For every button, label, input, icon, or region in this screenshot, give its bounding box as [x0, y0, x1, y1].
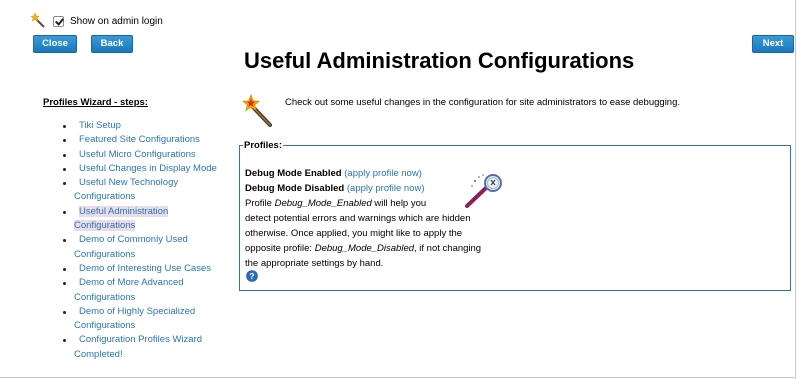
debug-magnifier-icon	[465, 174, 502, 208]
profiles-legend: Profiles:	[243, 140, 284, 151]
wizard-steps-list: Tiki Setup Featured Site Configurations …	[43, 119, 233, 362]
debug-enabled-label: Debug Mode Enabled	[245, 168, 342, 179]
wizard-wand-icon	[31, 13, 45, 28]
frame-border-right	[795, 0, 796, 379]
debug-disabled-row: Debug Mode Disabled (apply profile now)	[245, 181, 485, 196]
step-useful-new-technology[interactable]: Useful New Technology Configurations	[43, 176, 233, 205]
step-profiles-wizard-completed[interactable]: Configuration Profiles Wizard Completed!	[43, 333, 233, 362]
next-button[interactable]: Next	[752, 35, 794, 53]
step-useful-micro-configurations[interactable]: Useful Micro Configurations	[43, 148, 233, 162]
step-tiki-setup[interactable]: Tiki Setup	[43, 119, 233, 133]
page-title: Useful Administration Configurations	[244, 48, 635, 73]
show-admin-login-label: Show on admin login	[70, 15, 163, 27]
step-featured-site-configurations[interactable]: Featured Site Configurations	[43, 133, 233, 147]
debug-enabled-row: Debug Mode Enabled (apply profile now)	[245, 166, 485, 181]
help-icon[interactable]: ?	[246, 270, 258, 282]
back-button[interactable]: Back	[91, 35, 133, 53]
wizard-steps-sidebar: Profiles Wizard - steps: Tiki Setup Feat…	[43, 97, 233, 362]
intro-text: Check out some useful changes in the con…	[285, 97, 681, 108]
debug-disabled-label: Debug Mode Disabled	[245, 183, 345, 194]
apply-debug-disabled-link[interactable]: (apply profile now)	[347, 183, 425, 194]
wizard-wand-large-icon	[242, 94, 272, 127]
apply-debug-enabled-link[interactable]: (apply profile now)	[344, 168, 422, 179]
frame-border-bottom	[0, 377, 796, 378]
step-demo-more-advanced[interactable]: Demo of More Advanced Configurations	[43, 276, 233, 305]
step-useful-changes-display-mode[interactable]: Useful Changes in Display Mode	[43, 162, 233, 176]
step-useful-administration[interactable]: Useful Administration Configurations	[43, 205, 233, 234]
close-button[interactable]: Close	[33, 35, 77, 53]
admin-login-toggle-bar: Show on admin login	[31, 12, 163, 30]
show-admin-login-checkbox[interactable]	[53, 15, 64, 27]
step-demo-highly-specialized[interactable]: Demo of Highly Specialized Configurations	[43, 305, 233, 334]
svg-text:?: ?	[250, 272, 255, 281]
profile-description: Profile Debug_Mode_Enabled will help you…	[245, 198, 482, 269]
profiles-content: Debug Mode Enabled (apply profile now) D…	[245, 166, 485, 271]
step-demo-interesting-use-cases[interactable]: Demo of Interesting Use Cases	[43, 262, 233, 276]
step-demo-commonly-used[interactable]: Demo of Commonly Used Configurations	[43, 233, 233, 262]
sidebar-title: Profiles Wizard - steps:	[43, 97, 148, 108]
